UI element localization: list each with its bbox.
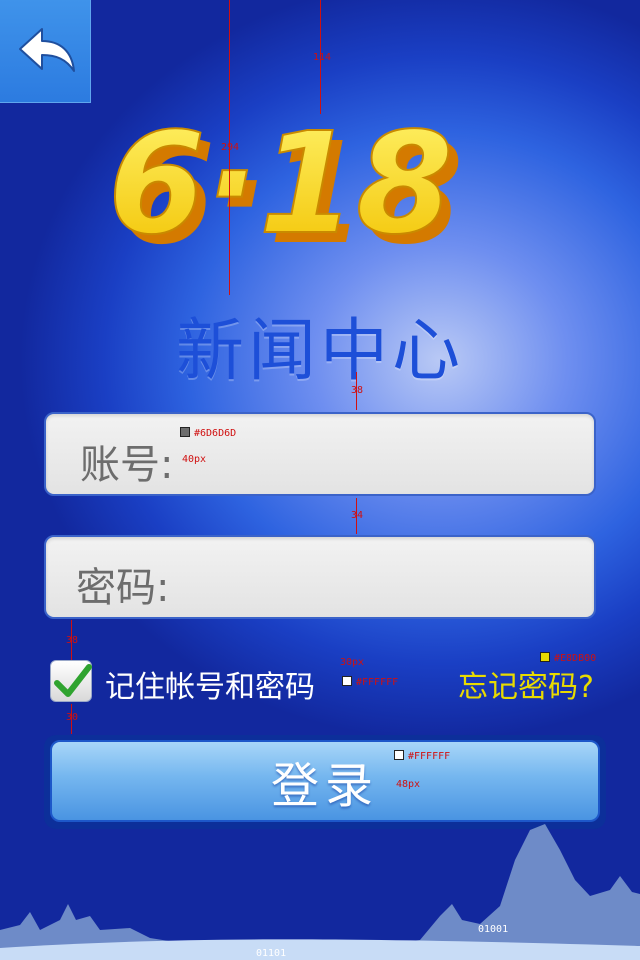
footer-tag-right: 01001	[478, 924, 508, 935]
remember-checkbox[interactable]	[50, 660, 92, 702]
username-label: 账号:	[80, 442, 174, 488]
annotation-swatch	[394, 750, 404, 760]
annotation-field-color: #6D6D6D	[194, 428, 237, 439]
annotation-swatch	[540, 652, 550, 662]
city-skyline-illustration: 01101 01001	[0, 824, 640, 960]
password-label: 密码:	[76, 565, 170, 611]
annotation-remember-color: #FFFFFF	[356, 677, 399, 688]
annotation-login-size: 48px	[396, 779, 421, 790]
password-field[interactable]: 密码:	[44, 535, 596, 619]
annotation-dim-38-top: 38	[351, 385, 364, 396]
logo-text: 6·18	[108, 103, 453, 260]
footer-tag-left: 01101	[256, 948, 286, 959]
checkmark-icon	[54, 664, 92, 697]
event-logo: 6·18 6·18	[107, 102, 463, 260]
annotation-dim-38-mid: 38	[66, 635, 79, 646]
annotation-dim-294: 294	[221, 142, 240, 153]
annotation-dim-30: 30	[66, 712, 79, 723]
annotation-login-color: #FFFFFF	[408, 751, 451, 762]
username-field[interactable]: 账号:	[44, 412, 596, 496]
forgot-password-link[interactable]: 忘记密码?	[458, 662, 594, 706]
remember-label[interactable]: 记住帐号和密码	[105, 662, 315, 706]
annotation-swatch	[180, 427, 190, 437]
annotation-dim-34: 34	[351, 510, 364, 521]
annotation-dim-114: 114	[313, 52, 332, 63]
login-button[interactable]: 登录	[50, 740, 600, 822]
page-title: 新闻中心	[175, 312, 464, 391]
annotation-field-size: 40px	[182, 454, 207, 465]
annotation-swatch	[342, 676, 352, 686]
back-button[interactable]	[0, 0, 91, 103]
annotation-remember-size: 30px	[340, 657, 365, 668]
back-arrow-icon	[19, 28, 75, 72]
annotation-forgot-color: #E8DB00	[554, 653, 597, 664]
login-button-label: 登录	[270, 758, 379, 814]
